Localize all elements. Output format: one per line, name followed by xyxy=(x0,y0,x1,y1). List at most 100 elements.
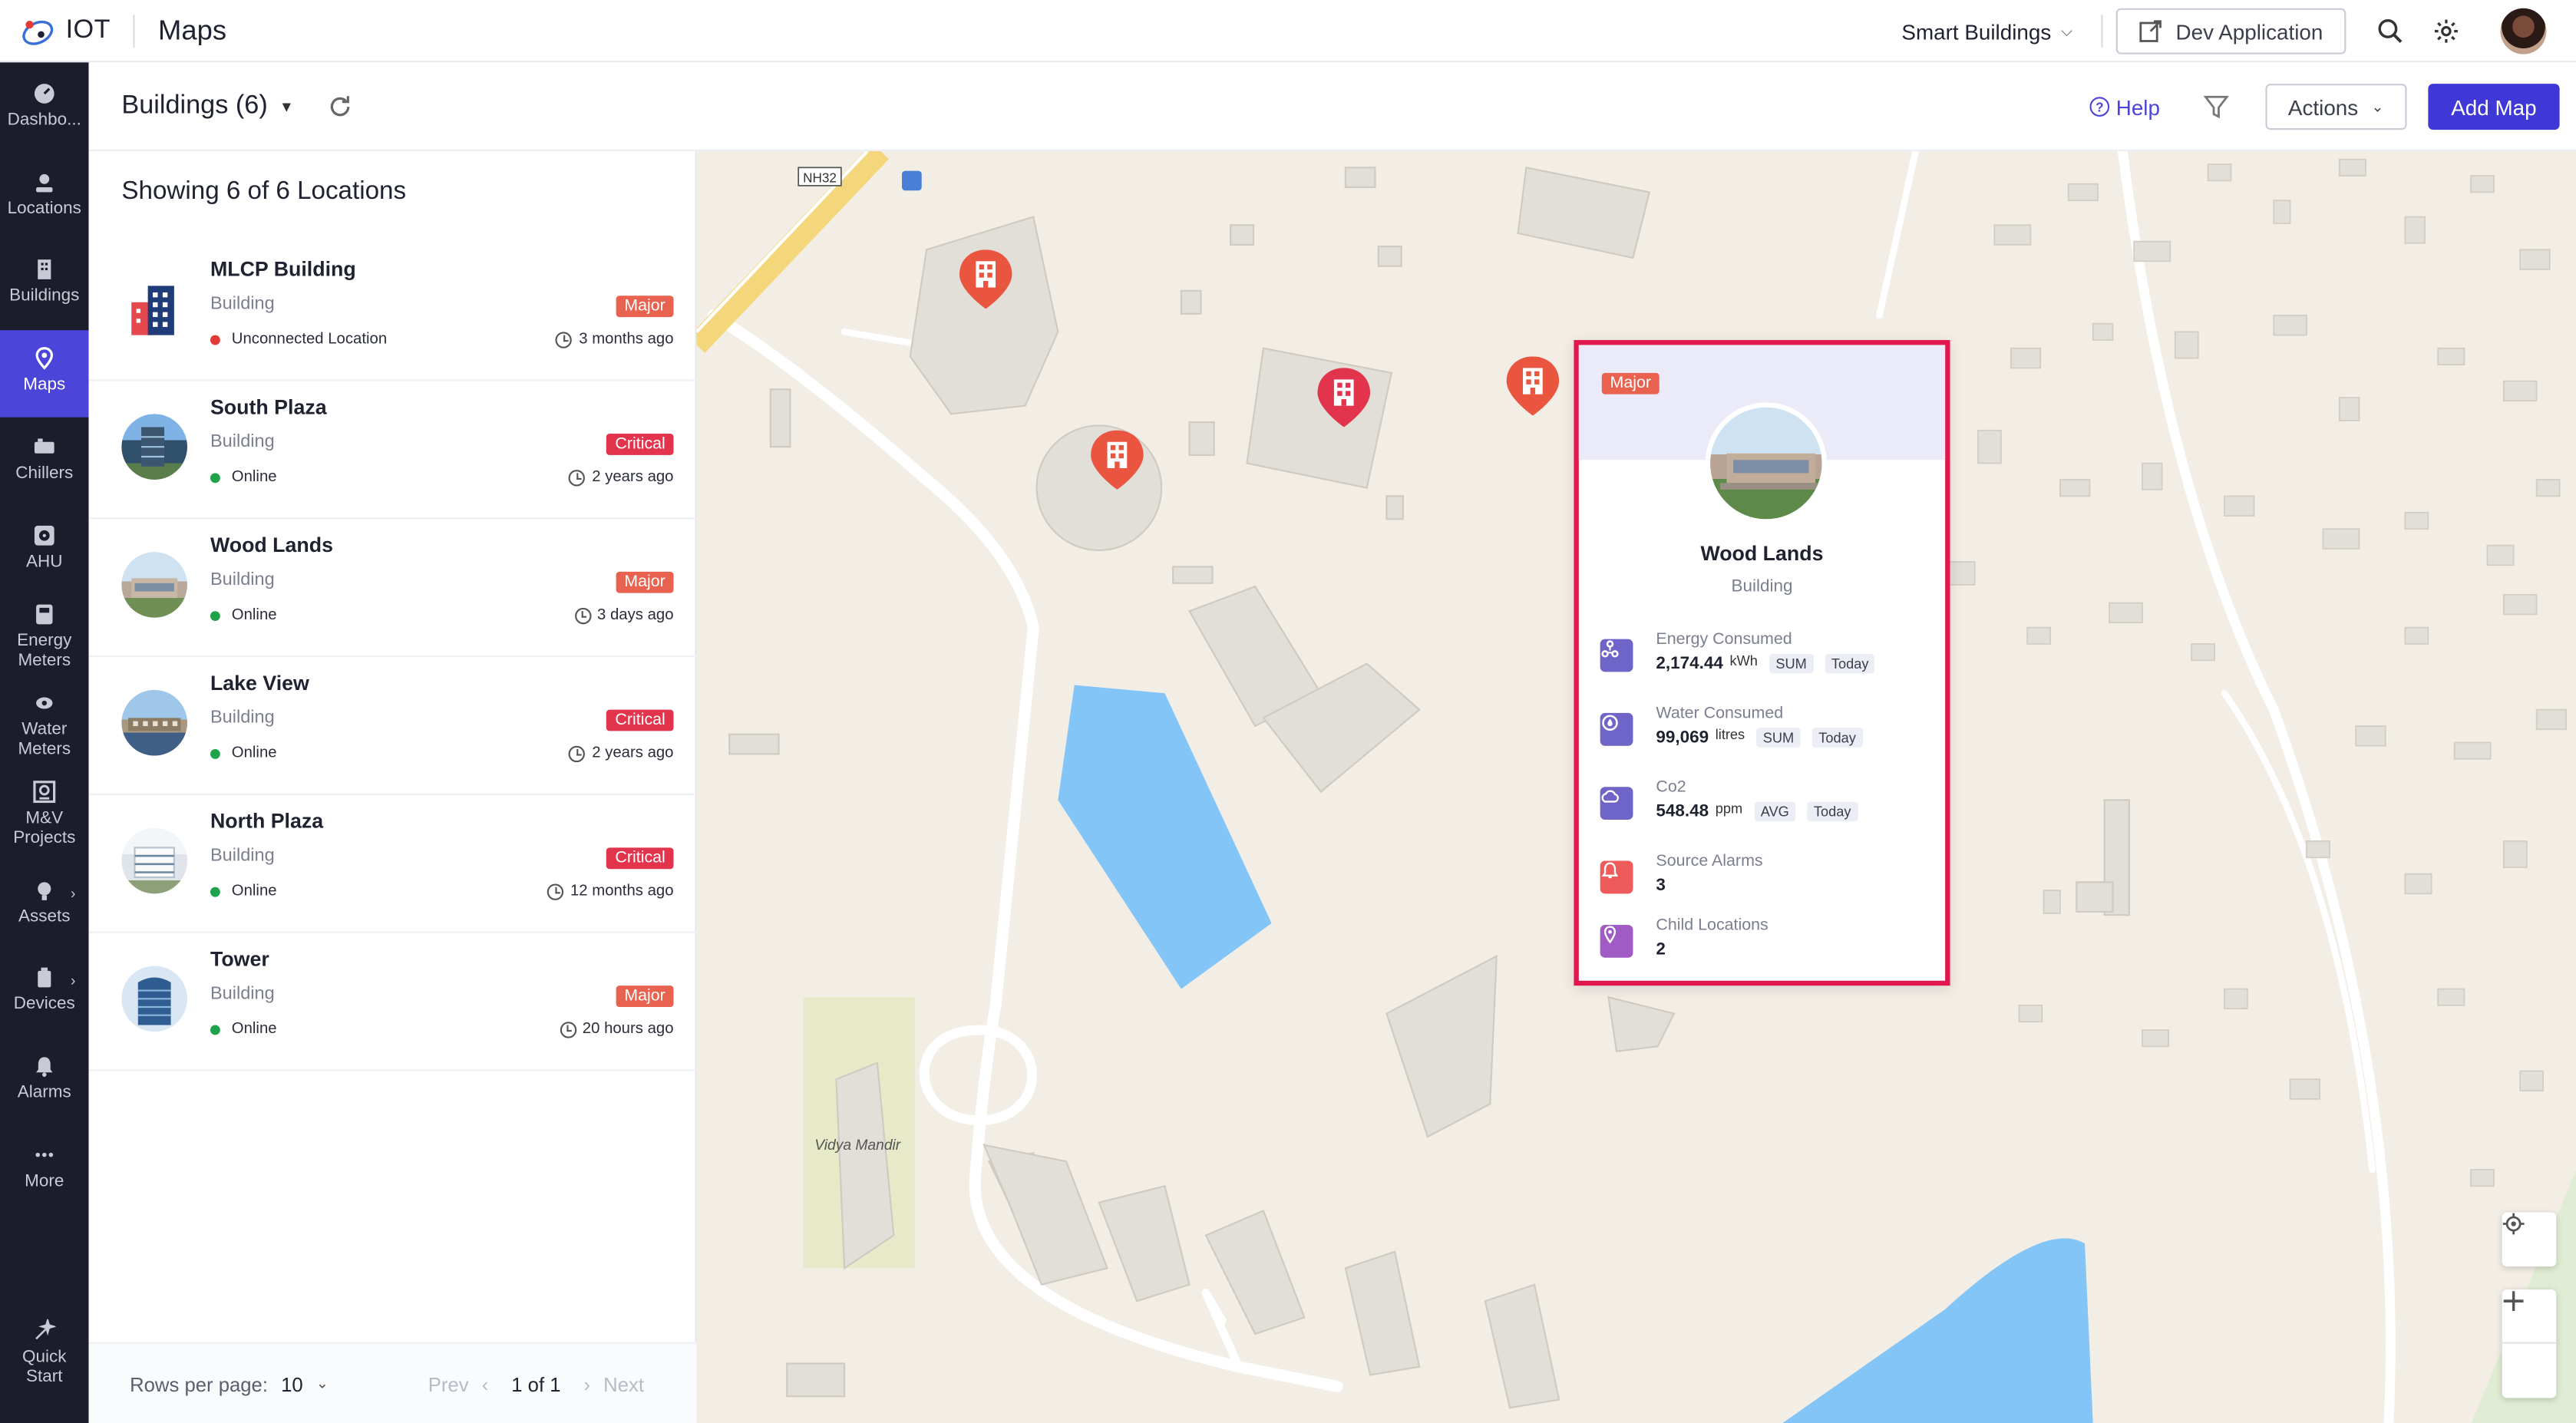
filter-icon[interactable] xyxy=(2203,94,2229,120)
mv-projects-icon xyxy=(33,781,56,804)
nav-label-water-meters: Water Meters xyxy=(18,719,71,758)
search-icon xyxy=(2378,19,2403,43)
nav-item-chillers[interactable]: Chillers xyxy=(0,435,89,484)
status-label: Online xyxy=(231,744,277,763)
chevron-down-icon: ⌄ xyxy=(315,1375,329,1392)
chevron-down-icon: ⌵ xyxy=(2061,21,2072,39)
time-label: 3 months ago xyxy=(579,330,674,348)
nav-item-mv-projects[interactable]: M&V Projects xyxy=(0,781,89,848)
location-list-item[interactable]: Lake View Building Online Critical 2 yea… xyxy=(88,657,697,795)
metric-label: Co2 xyxy=(1656,778,1686,797)
energy-meter-icon xyxy=(36,604,53,625)
last-updated: 3 months ago xyxy=(556,330,674,348)
building-map-pin[interactable] xyxy=(956,246,1016,312)
severity-badge: Critical xyxy=(606,434,674,455)
nav-item-water-meters[interactable]: Water Meters xyxy=(0,692,89,759)
nav-item-assets[interactable]: Assets › xyxy=(0,879,89,927)
energy-icon xyxy=(1600,639,1633,672)
nav-label-buildings: Buildings xyxy=(9,286,80,306)
dashboard-icon xyxy=(34,84,54,104)
metric-energy-consumed: Energy Consumed 2,174.44 kWh SUM Today xyxy=(1600,631,1929,683)
nav-item-more[interactable]: More xyxy=(0,1144,89,1192)
metric-value: 2,174.44 xyxy=(1656,653,1723,674)
metric-label: Energy Consumed xyxy=(1656,630,1792,649)
nav-item-energy-meters[interactable]: Energy Meters xyxy=(0,603,89,670)
status-label: Online xyxy=(231,882,277,900)
location-type: Building xyxy=(210,708,275,728)
actions-button[interactable]: Actions ⌄ xyxy=(2264,84,2407,130)
nav-item-quick-start[interactable]: Quick Start xyxy=(0,1319,89,1387)
status-dot xyxy=(210,472,220,483)
help-icon: ? xyxy=(2089,97,2110,117)
help-label: Help xyxy=(2115,94,2160,120)
aggregation-tag: SUM xyxy=(1769,653,1814,674)
metric-value: 3 xyxy=(1656,875,1666,896)
workspace-select[interactable]: Smart Buildings ⌵ xyxy=(1901,19,2072,44)
brand-logo[interactable]: IOT xyxy=(20,0,111,61)
location-list-item[interactable]: Tower Building Online Major 20 hours ago xyxy=(88,933,697,1071)
minus-icon xyxy=(2503,1299,2524,1302)
metric-co2: Co2 548.48 ppm AVG Today xyxy=(1600,779,1929,831)
aggregation-tag: AVG xyxy=(1754,801,1796,822)
bell-icon xyxy=(36,1057,53,1077)
nav-item-ahu[interactable]: AHU xyxy=(0,524,89,573)
next-page-button[interactable]: Next xyxy=(603,1372,644,1395)
nav-item-devices[interactable]: Devices › xyxy=(0,966,89,1014)
dev-application-label: Dev Application xyxy=(2175,18,2323,44)
nav-item-dashboard[interactable]: Dashbo... xyxy=(0,82,89,130)
period-tag: Today xyxy=(1807,801,1858,822)
locations-icon xyxy=(36,173,53,193)
status-dot xyxy=(210,886,220,896)
ahu-icon xyxy=(34,525,54,546)
user-avatar[interactable] xyxy=(2500,8,2547,54)
status-label: Unconnected Location xyxy=(231,330,388,348)
connection-status: Online xyxy=(210,882,277,900)
iot-logo-icon xyxy=(22,19,54,45)
buildings-dropdown[interactable]: Buildings (6) ▼ xyxy=(121,91,293,121)
nav-item-locations[interactable]: Locations xyxy=(0,171,89,220)
location-list-item[interactable]: Wood Lands Building Online Major 3 days … xyxy=(88,519,697,658)
nav-item-maps[interactable]: Maps xyxy=(0,330,89,418)
connection-status: Online xyxy=(210,606,277,624)
settings-button[interactable] xyxy=(2425,10,2468,53)
building-thumbnail xyxy=(121,966,187,1032)
location-info-popup[interactable]: Major Wood Lands Building Energy Consume… xyxy=(1574,340,1950,986)
last-updated: 20 hours ago xyxy=(559,1020,674,1038)
location-name: MLCP Building xyxy=(210,258,356,281)
location-list-panel: Showing 6 of 6 Locations MLCP Building B… xyxy=(88,150,697,1423)
add-map-button[interactable]: Add Map xyxy=(2428,84,2560,130)
building-map-pin[interactable] xyxy=(1503,353,1562,419)
search-button[interactable] xyxy=(2369,10,2412,53)
nav-label-energy-meters: Energy Meters xyxy=(17,630,72,670)
locate-me-button[interactable] xyxy=(2502,1212,2557,1267)
chevron-right-icon: › xyxy=(71,885,76,903)
location-list-item[interactable]: South Plaza Building Online Critical 2 y… xyxy=(88,381,697,520)
connection-status: Online xyxy=(210,1020,277,1038)
time-label: 3 days ago xyxy=(597,606,674,625)
location-list-item[interactable]: MLCP Building Building Unconnected Locat… xyxy=(88,243,697,381)
rows-per-page-select[interactable]: 10 xyxy=(281,1372,303,1395)
status-label: Online xyxy=(231,467,277,487)
location-list-item[interactable]: North Plaza Building Online Critical 12 … xyxy=(88,795,697,933)
location-type: Building xyxy=(210,431,275,452)
dev-application-button[interactable]: Dev Application xyxy=(2116,8,2346,54)
clock-icon xyxy=(569,745,586,762)
external-link-icon xyxy=(2140,20,2162,42)
building-map-pin[interactable] xyxy=(1088,427,1147,493)
refresh-icon[interactable] xyxy=(327,93,353,119)
status-dot xyxy=(210,748,220,758)
nav-item-buildings[interactable]: Buildings xyxy=(0,258,89,306)
nav-item-alarms[interactable]: Alarms xyxy=(0,1055,89,1103)
nav-label-mv-projects: M&V Projects xyxy=(13,808,76,847)
building-map-pin[interactable] xyxy=(1314,365,1373,431)
location-name: Wood Lands xyxy=(210,533,333,557)
help-link[interactable]: ? Help xyxy=(2089,94,2160,120)
map-canvas[interactable]: NH32 Vidya Mandir Major Wood Lands Build… xyxy=(696,150,2576,1423)
status-label: Online xyxy=(231,1020,277,1038)
zoom-out-button[interactable] xyxy=(2502,1299,2557,1398)
metric-label: Child Locations xyxy=(1656,916,1769,935)
last-updated: 2 years ago xyxy=(569,468,674,487)
prev-page-button[interactable]: Prev xyxy=(428,1372,469,1395)
chiller-icon xyxy=(34,438,54,454)
time-label: 20 hours ago xyxy=(582,1020,674,1038)
